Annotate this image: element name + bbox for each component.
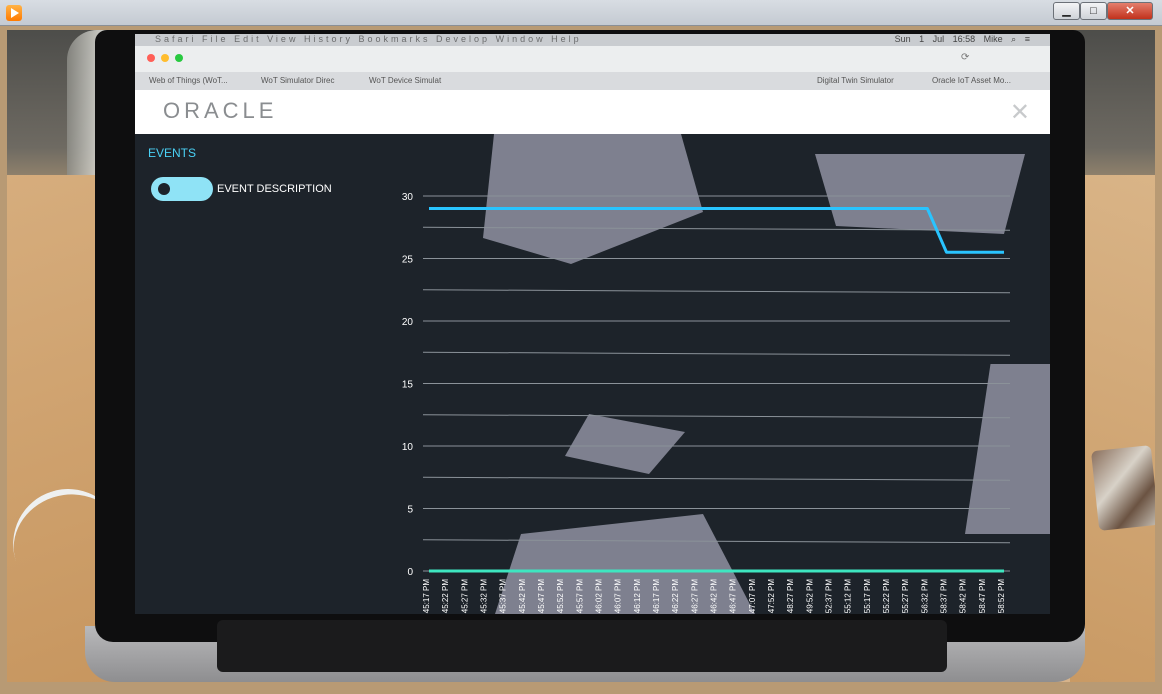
window-minimize-dot[interactable] [161, 54, 169, 62]
close-icon[interactable]: ✕ [1010, 98, 1030, 127]
menu-develop[interactable]: Develop [436, 34, 490, 44]
events-panel: EVENTS EVENT DESCRIPTION 30 25 20 15 10 5 0 45… [135, 134, 1050, 614]
x-tick-label: 45:17 PM [422, 579, 431, 614]
gridline [422, 539, 1011, 544]
y-tick-label: 15 [402, 380, 414, 391]
browser-tabbar: Web of Things (WoT... WoT Simulator Dire… [135, 72, 1050, 90]
x-tick-label: 46:02 PM [595, 579, 604, 614]
x-tick-label: 45:57 PM [575, 579, 584, 614]
y-axis-labels: 30 25 20 15 10 5 0 [402, 192, 414, 578]
x-tick-label: 52:37 PM [825, 579, 834, 614]
x-tick-label: 48:27 PM [786, 579, 795, 614]
mac-menubar: Safari File Edit View History Bookmarks … [135, 34, 1050, 46]
gridline [422, 476, 1011, 481]
x-tick-label: 46:27 PM [690, 579, 699, 614]
x-tick-label: 46:22 PM [671, 579, 680, 614]
notification-center-icon[interactable]: ≡ [1025, 34, 1030, 44]
browser-toolbar: ⟳ [135, 46, 1050, 72]
x-tick-label: 49:52 PM [805, 579, 814, 614]
spotlight-search-icon[interactable]: ⌕ [1011, 34, 1016, 44]
x-axis-labels: 45:17 PM 45:22 PM 45:27 PM 45:32 PM 45:37 PM… [422, 579, 1006, 614]
close-button[interactable]: ✕ [1107, 2, 1153, 20]
window-close-dot[interactable] [147, 54, 155, 62]
user-name[interactable]: Mike [984, 34, 1003, 44]
gridline [422, 351, 1011, 356]
gridline [422, 414, 1011, 419]
x-tick-label: 45:37 PM [499, 579, 508, 614]
gridline [422, 289, 1011, 294]
x-tick-label: 45:42 PM [518, 579, 527, 614]
laptop-hinge [217, 620, 947, 672]
menu-app[interactable]: Safari [155, 34, 197, 44]
x-tick-label: 55:27 PM [901, 579, 910, 614]
x-tick-label: 55:17 PM [863, 579, 872, 614]
mac-status-area: Sun 1 Jul 16:58 Mike ⌕ ≡ [895, 34, 1030, 45]
x-tick-label: 55:22 PM [882, 579, 891, 614]
events-chart: 302520151050 45:17 PM 45:22 PM 45:27 PM 45:… [402, 192, 1011, 614]
x-tick-label: 58:52 PM [997, 579, 1006, 614]
menu-window[interactable]: Window [496, 34, 546, 44]
tab-digital-twin-simulator[interactable]: Digital Twin Simulator [817, 76, 894, 85]
clock[interactable]: Sun 1 Jul 16:58 [895, 34, 976, 44]
mac-menus: Safari File Edit View History Bookmarks … [155, 34, 582, 44]
x-tick-label: 46:12 PM [633, 579, 642, 614]
menu-edit[interactable]: Edit [234, 34, 262, 44]
y-tick-label: 20 [402, 317, 414, 328]
page-header: ORACLE ✕ [135, 90, 1050, 134]
x-tick-label: 58:47 PM [978, 579, 987, 614]
gridline [422, 226, 1011, 231]
snack-wrapper [1090, 445, 1155, 531]
tab-wot-device-simulator[interactable]: WoT Device Simulat [369, 76, 441, 85]
video-area: Safari File Edit View History Bookmarks … [7, 30, 1155, 682]
video-frame: Safari File Edit View History Bookmarks … [7, 30, 1155, 682]
y-tick-label: 25 [402, 255, 414, 266]
y-tick-label: 0 [407, 567, 413, 578]
y-tick-label: 30 [402, 192, 414, 203]
x-tick-label: 45:22 PM [441, 579, 450, 614]
laptop-screen: Safari File Edit View History Bookmarks … [135, 34, 1050, 614]
x-tick-label: 45:47 PM [537, 579, 546, 614]
y-tick-label: 10 [402, 442, 414, 453]
chart-gridlines [422, 195, 1011, 572]
x-tick-label: 46:42 PM [710, 579, 719, 614]
menu-history[interactable]: History [304, 34, 353, 44]
x-tick-label: 46:07 PM [614, 579, 623, 614]
menu-view[interactable]: View [267, 34, 298, 44]
window-zoom-dot[interactable] [175, 54, 183, 62]
x-tick-label: 55:12 PM [844, 579, 853, 614]
x-tick-label: 47:07 PM [748, 579, 757, 614]
maximize-button[interactable]: □ [1080, 2, 1107, 20]
tab-wot-simulator-directory[interactable]: WoT Simulator Direc [261, 76, 335, 85]
chart-series [429, 207, 1004, 573]
x-tick-label: 46:47 PM [729, 579, 738, 614]
menu-help[interactable]: Help [551, 34, 582, 44]
series-line-1 [429, 207, 1004, 254]
menu-bookmarks[interactable]: Bookmarks [359, 34, 431, 44]
oracle-logo: ORACLE [163, 98, 278, 123]
tab-oracle-iot-asset-monitoring[interactable]: Oracle IoT Asset Mo... [932, 76, 1011, 85]
x-tick-label: 45:32 PM [480, 579, 489, 614]
x-tick-label: 56:32 PM [920, 579, 929, 614]
reload-icon[interactable]: ⟳ [961, 52, 969, 63]
minimize-button[interactable]: ▁ [1053, 2, 1080, 20]
tab-web-of-things[interactable]: Web of Things (WoT... [149, 76, 228, 85]
player-titlebar: ▁ □ ✕ [0, 0, 1162, 26]
x-tick-label: 46:17 PM [652, 579, 661, 614]
player-app-icon [6, 5, 22, 21]
y-tick-label: 5 [407, 505, 413, 516]
x-tick-label: 45:27 PM [460, 579, 469, 614]
x-tick-label: 58:42 PM [959, 579, 968, 614]
menu-file[interactable]: File [202, 34, 229, 44]
x-tick-label: 45:52 PM [556, 579, 565, 614]
x-tick-label: 58:37 PM [940, 579, 949, 614]
x-tick-label: 47:52 PM [767, 579, 776, 614]
